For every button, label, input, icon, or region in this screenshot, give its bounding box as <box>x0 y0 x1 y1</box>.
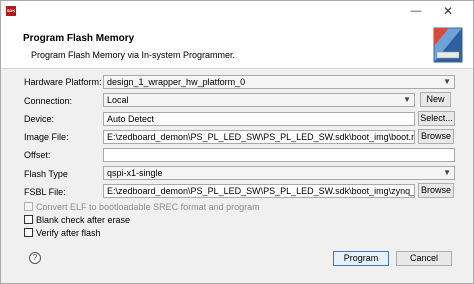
help-icon[interactable]: ? <box>29 252 41 264</box>
hardware-platform-select[interactable]: design_1_wrapper_hw_platform_0 ▼ <box>103 75 455 89</box>
hardware-platform-value: design_1_wrapper_hw_platform_0 <box>107 77 246 87</box>
device-value: Auto Detect <box>107 114 155 124</box>
blank-check-label: Blank check after erase <box>36 215 131 225</box>
convert-elf-label: Convert ELF to bootloadable SREC format … <box>36 202 260 212</box>
flash-type-label: Flash Type <box>24 169 68 179</box>
select-device-button[interactable]: Select... <box>418 111 455 126</box>
browse-fsbl-button[interactable]: Browse <box>418 183 454 198</box>
chevron-down-icon: ▼ <box>443 168 451 177</box>
chevron-down-icon: ▼ <box>443 77 451 86</box>
flash-type-value: qspi-x1-single <box>107 168 163 178</box>
flash-type-select[interactable]: qspi-x1-single ▼ <box>103 166 455 180</box>
connection-value: Local <box>107 95 129 105</box>
blank-check-checkbox[interactable] <box>24 215 33 224</box>
chevron-down-icon: ▼ <box>403 95 411 104</box>
connection-label: Connection: <box>24 96 73 106</box>
flash-memory-icon <box>428 25 468 65</box>
title-bar[interactable]: SDK — ✕ <box>1 1 473 21</box>
page-title: Program Flash Memory <box>23 33 135 44</box>
image-file-label: Image File: <box>24 132 69 142</box>
offset-label: Offset: <box>24 150 51 160</box>
sdk-app-icon: SDK <box>6 6 16 16</box>
minimize-icon[interactable]: — <box>401 1 431 21</box>
browse-image-button[interactable]: Browse <box>418 129 454 144</box>
program-button[interactable]: Program <box>333 251 389 266</box>
convert-elf-checkbox <box>24 202 33 211</box>
hardware-platform-label: Hardware Platform: <box>24 77 102 87</box>
new-connection-button[interactable]: New <box>420 92 451 107</box>
connection-select[interactable]: Local ▼ <box>103 93 415 107</box>
page-description: Program Flash Memory via In-system Progr… <box>31 50 236 60</box>
program-flash-dialog: SDK — ✕ Program Flash Memory Program Fla… <box>0 0 474 284</box>
device-field[interactable]: Auto Detect <box>103 112 415 126</box>
fsbl-file-input[interactable]: E:\zedboard_demon\PS_PL_LED_SW\PS_PL_LED… <box>103 184 415 198</box>
offset-input[interactable] <box>103 148 455 162</box>
image-file-input[interactable]: E:\zedboard_demon\PS_PL_LED_SW\PS_PL_LED… <box>103 130 415 144</box>
image-file-value: E:\zedboard_demon\PS_PL_LED_SW\PS_PL_LED… <box>107 132 415 142</box>
verify-checkbox[interactable] <box>24 228 33 237</box>
verify-label: Verify after flash <box>36 228 101 238</box>
fsbl-file-value: E:\zedboard_demon\PS_PL_LED_SW\PS_PL_LED… <box>107 186 415 196</box>
cancel-button[interactable]: Cancel <box>396 251 452 266</box>
device-label: Device: <box>24 114 55 124</box>
close-icon[interactable]: ✕ <box>433 1 463 21</box>
dialog-header: Program Flash Memory Program Flash Memor… <box>1 21 473 69</box>
fsbl-file-label: FSBL File: <box>24 187 66 197</box>
